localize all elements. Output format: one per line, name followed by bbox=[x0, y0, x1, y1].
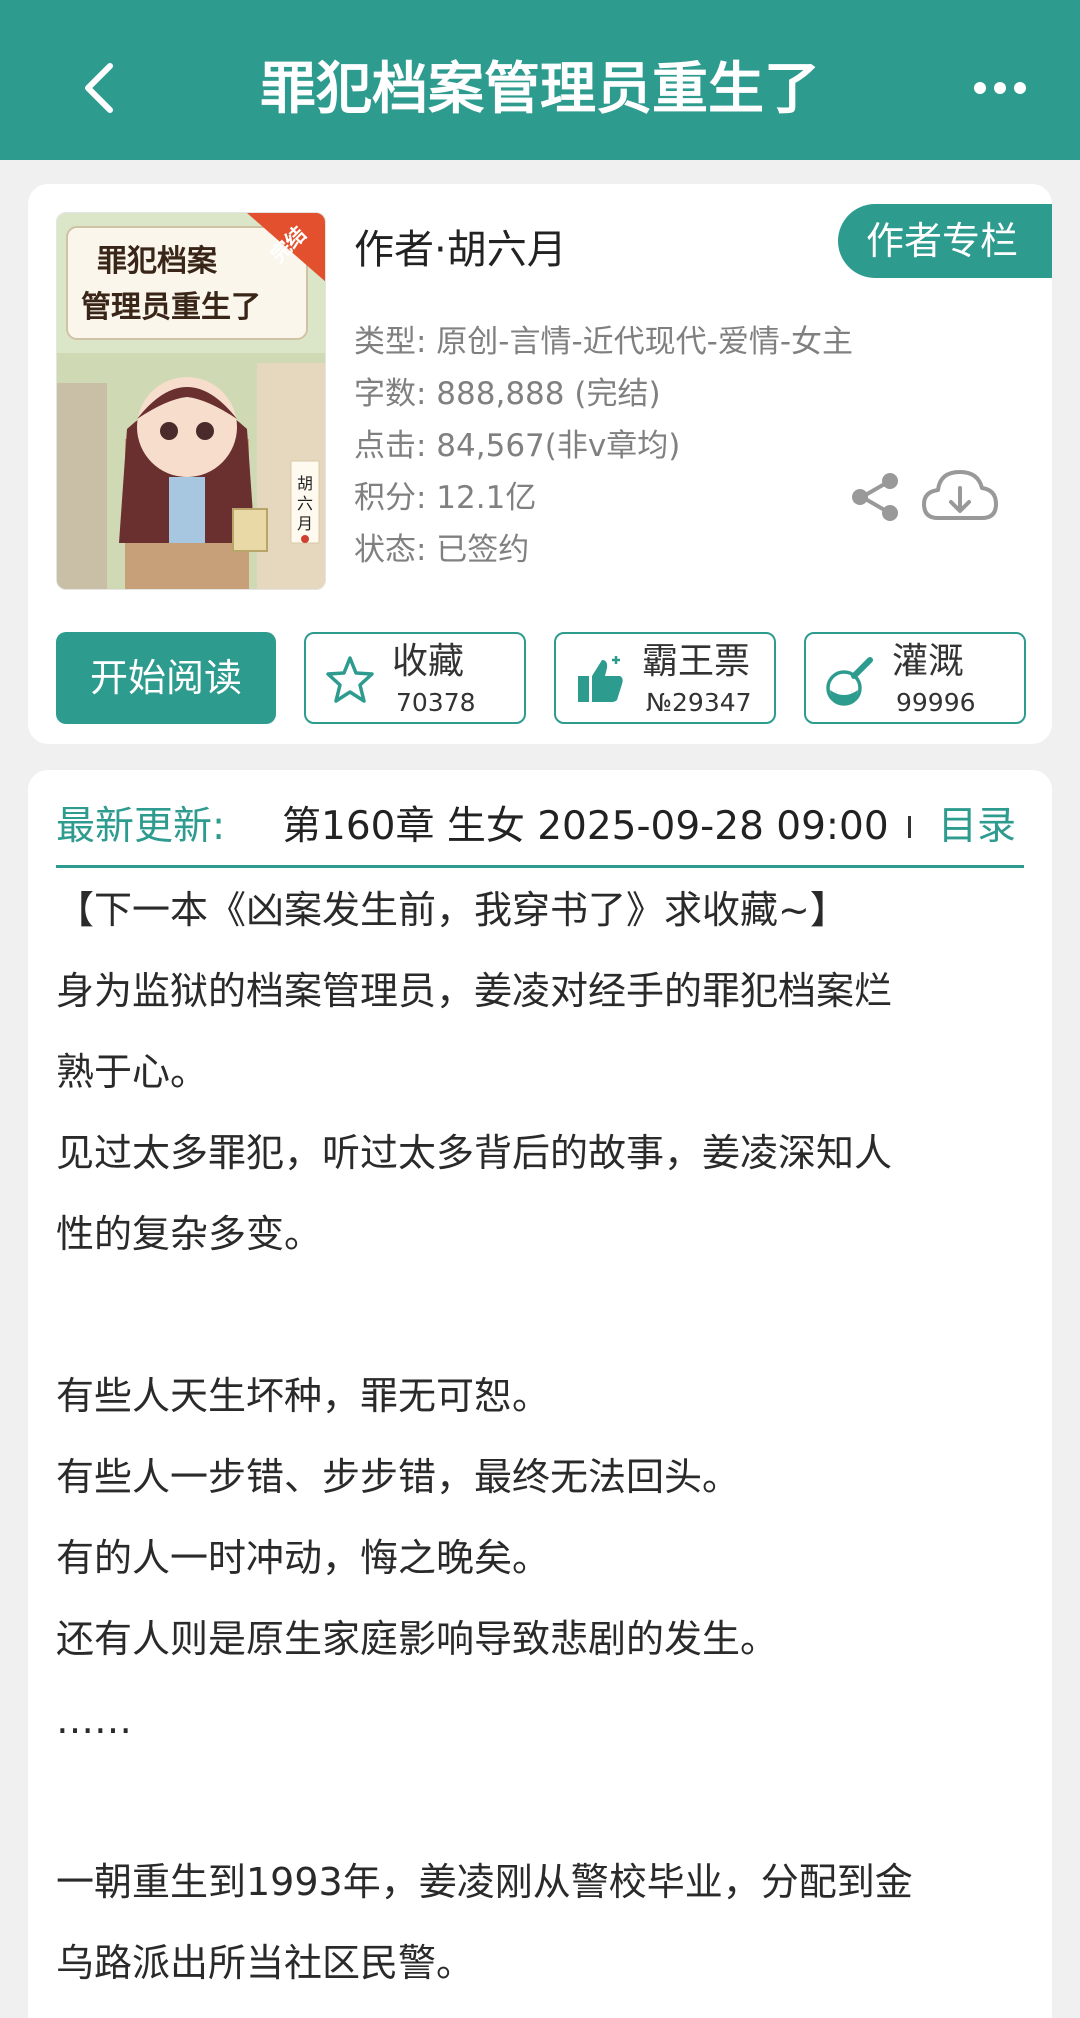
svg-text:胡: 胡 bbox=[297, 474, 313, 493]
description-line: …… bbox=[56, 1698, 132, 1742]
table-of-contents-link[interactable]: 目录 bbox=[938, 792, 1016, 862]
book-description: 【下一本《凶案发生前，我穿书了》求收藏~】 身为监狱的档案管理员，姜凌对经手的罪… bbox=[56, 870, 1036, 2004]
page-title: 罪犯档案管理员重生了 bbox=[260, 57, 820, 122]
description-line: 有的人一时冲动，悔之晚矣。 bbox=[56, 1536, 551, 1580]
latest-chapter-link[interactable]: 第160章 生女 2025-09-28 09:00 bbox=[282, 792, 918, 862]
book-info-card: 罪犯档案 管理员重生了 完结 胡 六 月 作者·胡六月 作者专栏 类型: 原创-… bbox=[28, 184, 1052, 744]
description-line: 【下一本《凶案发生前，我穿书了》求收藏~】 bbox=[56, 888, 848, 932]
description-line: 有些人天生坏种，罪无可恕。 bbox=[56, 1374, 551, 1418]
irrigate-button[interactable]: 灌溉 99996 bbox=[804, 632, 1026, 724]
meta-clicks: 点击: 84,567(非v章均) bbox=[354, 428, 681, 464]
book-detail-card: 最新更新: 第160章 生女 2025-09-28 09:00 目录 【下一本《… bbox=[28, 770, 1052, 2018]
description-line bbox=[56, 1275, 1036, 1356]
more-button[interactable] bbox=[970, 68, 1030, 108]
irrigate-label: 灌溉 bbox=[892, 641, 965, 682]
meta-status: 状态: 已签约 bbox=[354, 532, 530, 568]
star-icon bbox=[326, 656, 374, 703]
description-line: 还有人则是原生家庭影响导致悲剧的发生。 bbox=[56, 1617, 779, 1661]
meta-score: 积分: 12.1亿 bbox=[354, 480, 537, 516]
meta-type: 类型: 原创-言情-近代现代-爱情-女主 bbox=[354, 324, 854, 360]
bawang-ticket-button[interactable]: 霸王票 №29347 bbox=[554, 632, 776, 724]
bawang-count: №29347 bbox=[646, 688, 752, 717]
svg-text:六: 六 bbox=[297, 494, 313, 513]
author-name[interactable]: 作者·胡六月 bbox=[354, 222, 567, 278]
share-icon bbox=[852, 473, 898, 521]
irrigate-count: 99996 bbox=[896, 688, 976, 717]
chevron-left-icon bbox=[85, 63, 113, 113]
thumbs-up-icon bbox=[578, 656, 623, 702]
back-button[interactable] bbox=[70, 48, 130, 128]
description-line: 乌路派出所当社区民警。 bbox=[56, 1941, 475, 1985]
latest-update-bar: 最新更新: 第160章 生女 2025-09-28 09:00 目录 bbox=[56, 792, 1024, 868]
svg-text:月: 月 bbox=[297, 514, 313, 533]
author-column-button[interactable]: 作者专栏 bbox=[838, 204, 1052, 278]
collect-count: 70378 bbox=[396, 688, 476, 717]
share-button[interactable] bbox=[848, 470, 902, 524]
start-reading-button[interactable]: 开始阅读 bbox=[56, 632, 276, 724]
download-button[interactable] bbox=[920, 464, 1000, 526]
collect-button[interactable]: 收藏 70378 bbox=[304, 632, 526, 724]
description-line bbox=[56, 1761, 1036, 1842]
description-line: 身为监狱的档案管理员，姜凌对经手的罪犯档案烂 bbox=[56, 969, 893, 1013]
latest-update-label: 最新更新: bbox=[56, 804, 226, 849]
top-bar: 罪犯档案管理员重生了 bbox=[0, 0, 1080, 160]
cover-title-line1: 罪犯档案 bbox=[97, 244, 218, 279]
collect-label: 收藏 bbox=[392, 641, 465, 682]
book-meta: 类型: 原创-言情-近代现代-爱情-女主 字数: 888,888 (完结) 点击… bbox=[354, 316, 853, 576]
more-horizontal-icon bbox=[974, 82, 1026, 94]
description-line: 性的复杂多变。 bbox=[56, 1212, 323, 1256]
description-line: 见过太多罪犯，听过太多背后的故事，姜凌深知人 bbox=[56, 1131, 893, 1175]
description-line: 有些人一步错、步步错，最终无法回头。 bbox=[56, 1455, 741, 1499]
description-line: 一朝重生到1993年，姜凌刚从警校毕业，分配到金 bbox=[56, 1860, 913, 1904]
bawang-label: 霸王票 bbox=[642, 641, 751, 682]
watering-flask-icon bbox=[826, 657, 873, 706]
cover-title-line2: 管理员重生了 bbox=[81, 290, 261, 325]
cloud-download-icon bbox=[922, 470, 998, 520]
description-line: 熟于心。 bbox=[56, 1050, 209, 1094]
update-divider bbox=[908, 816, 911, 838]
meta-word-count: 字数: 888,888 (完结) bbox=[354, 376, 661, 412]
book-cover[interactable]: 罪犯档案 管理员重生了 完结 胡 六 月 bbox=[56, 212, 326, 590]
